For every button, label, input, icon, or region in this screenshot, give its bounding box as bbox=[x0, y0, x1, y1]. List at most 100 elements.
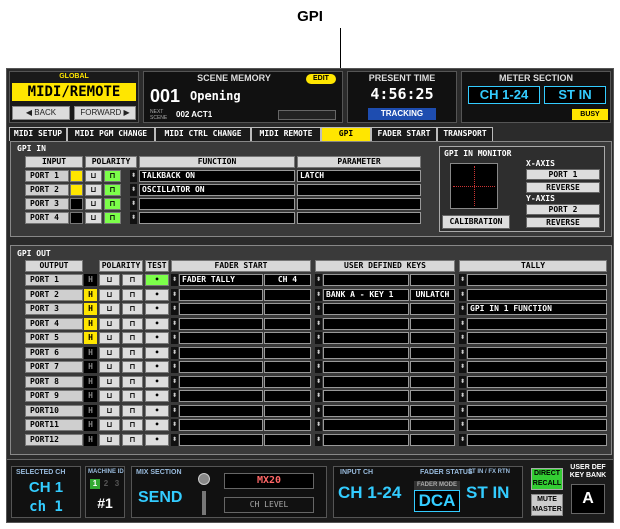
out-polarity-high-button[interactable]: ⊓ bbox=[122, 346, 143, 359]
mute-master-button[interactable]: MUTE MASTER bbox=[531, 494, 563, 516]
test-button[interactable]: • bbox=[145, 317, 169, 330]
user-key-spin-icon[interactable]: ⬍ bbox=[315, 390, 322, 402]
tally-spin-icon[interactable]: ⬍ bbox=[459, 332, 466, 344]
user-key-latch-mode[interactable] bbox=[410, 361, 455, 373]
tally-spin-icon[interactable]: ⬍ bbox=[459, 303, 466, 315]
fader-start-spin-icon[interactable]: ⬍ bbox=[171, 332, 178, 344]
fader-start-function[interactable] bbox=[179, 317, 263, 330]
forward-button[interactable]: FORWARD ▶ bbox=[74, 106, 136, 120]
user-key-spin-icon[interactable]: ⬍ bbox=[315, 317, 322, 330]
user-def-key-bank-value[interactable]: A bbox=[571, 484, 605, 514]
test-button[interactable]: • bbox=[145, 361, 169, 373]
tab-fader-start[interactable]: FADER START bbox=[371, 127, 437, 141]
user-key-latch-mode[interactable] bbox=[410, 346, 455, 359]
tab-transport[interactable]: TRANSPORT bbox=[437, 127, 493, 141]
tally-function[interactable] bbox=[467, 433, 607, 446]
fader-start-channel[interactable] bbox=[264, 433, 311, 446]
user-key-spin-icon[interactable]: ⬍ bbox=[315, 375, 322, 388]
fader-start-spin-icon[interactable]: ⬍ bbox=[171, 346, 178, 359]
fader-start-spin-icon[interactable]: ⬍ bbox=[171, 390, 178, 402]
gpi-in-parameter[interactable] bbox=[297, 198, 421, 210]
meter-st-value[interactable]: ST IN bbox=[544, 86, 606, 104]
fader-start-spin-icon[interactable]: ⬍ bbox=[171, 419, 178, 431]
user-key-spin-icon[interactable]: ⬍ bbox=[315, 433, 322, 446]
out-polarity-low-button[interactable]: ⊔ bbox=[99, 375, 120, 388]
test-button[interactable]: • bbox=[145, 375, 169, 388]
user-defined-key[interactable] bbox=[323, 346, 409, 359]
user-defined-key[interactable] bbox=[323, 390, 409, 402]
out-polarity-high-button[interactable]: ⊓ bbox=[122, 433, 143, 446]
x-axis-reverse-button[interactable]: REVERSE bbox=[526, 182, 600, 193]
user-key-latch-mode[interactable] bbox=[410, 390, 455, 402]
user-defined-key[interactable] bbox=[323, 433, 409, 446]
test-button[interactable]: • bbox=[145, 433, 169, 446]
fader-start-function[interactable] bbox=[179, 332, 263, 344]
user-key-spin-icon[interactable]: ⬍ bbox=[315, 288, 322, 301]
polarity-low-button[interactable]: ⊔ bbox=[85, 184, 102, 196]
out-polarity-high-button[interactable]: ⊓ bbox=[122, 274, 143, 286]
fader-start-function[interactable] bbox=[179, 303, 263, 315]
fader-start-spin-icon[interactable]: ⬍ bbox=[171, 274, 178, 286]
user-defined-key[interactable] bbox=[323, 317, 409, 330]
out-polarity-high-button[interactable]: ⊓ bbox=[122, 361, 143, 373]
user-defined-key[interactable] bbox=[323, 303, 409, 315]
fader-start-channel[interactable] bbox=[264, 375, 311, 388]
polarity-low-button[interactable]: ⊔ bbox=[85, 212, 102, 224]
fader-start-function[interactable]: FADER TALLY bbox=[179, 274, 263, 286]
test-button[interactable]: • bbox=[145, 390, 169, 402]
test-button[interactable]: • bbox=[145, 288, 169, 301]
user-key-latch-mode[interactable] bbox=[410, 419, 455, 431]
tab-midi-ctrl-change[interactable]: MIDI CTRL CHANGE bbox=[155, 127, 251, 141]
tally-spin-icon[interactable]: ⬍ bbox=[459, 361, 466, 373]
gpi-in-function[interactable] bbox=[139, 198, 295, 210]
user-key-latch-mode[interactable] bbox=[410, 404, 455, 417]
tally-function[interactable]: GPI IN 1 FUNCTION bbox=[467, 303, 607, 315]
out-polarity-low-button[interactable]: ⊔ bbox=[99, 390, 120, 402]
test-button[interactable]: • bbox=[145, 404, 169, 417]
tally-function[interactable] bbox=[467, 375, 607, 388]
fader-start-spin-icon[interactable]: ⬍ bbox=[171, 303, 178, 315]
fader-start-channel[interactable]: CH 4 bbox=[264, 274, 311, 286]
fader-start-spin-icon[interactable]: ⬍ bbox=[171, 317, 178, 330]
tally-spin-icon[interactable]: ⬍ bbox=[459, 390, 466, 402]
tally-spin-icon[interactable]: ⬍ bbox=[459, 346, 466, 359]
fader-start-channel[interactable] bbox=[264, 303, 311, 315]
fader-start-channel[interactable] bbox=[264, 288, 311, 301]
next-scene[interactable]: 002 ACT1 bbox=[176, 110, 212, 119]
out-polarity-low-button[interactable]: ⊔ bbox=[99, 346, 120, 359]
fader-start-channel[interactable] bbox=[264, 390, 311, 402]
meter-ch-value[interactable]: CH 1-24 bbox=[468, 86, 540, 104]
user-key-spin-icon[interactable]: ⬍ bbox=[315, 303, 322, 315]
user-defined-key[interactable] bbox=[323, 332, 409, 344]
tally-function[interactable] bbox=[467, 288, 607, 301]
user-key-spin-icon[interactable]: ⬍ bbox=[315, 332, 322, 344]
tally-function[interactable] bbox=[467, 332, 607, 344]
fader-start-spin-icon[interactable]: ⬍ bbox=[171, 288, 178, 301]
tally-spin-icon[interactable]: ⬍ bbox=[459, 433, 466, 446]
user-key-latch-mode[interactable] bbox=[410, 332, 455, 344]
fader-start-channel[interactable] bbox=[264, 332, 311, 344]
out-polarity-low-button[interactable]: ⊔ bbox=[99, 274, 120, 286]
st-in-value[interactable]: ST IN bbox=[466, 483, 509, 503]
out-polarity-high-button[interactable]: ⊓ bbox=[122, 332, 143, 344]
out-polarity-high-button[interactable]: ⊓ bbox=[122, 419, 143, 431]
out-polarity-low-button[interactable]: ⊔ bbox=[99, 303, 120, 315]
out-polarity-low-button[interactable]: ⊔ bbox=[99, 433, 120, 446]
fader-start-function[interactable] bbox=[179, 346, 263, 359]
test-button[interactable]: • bbox=[145, 419, 169, 431]
y-axis-port-select[interactable]: PORT 2 bbox=[526, 204, 600, 215]
fader-start-channel[interactable] bbox=[264, 404, 311, 417]
tab-midi-pgm-change[interactable]: MIDI PGM CHANGE bbox=[67, 127, 155, 141]
tally-spin-icon[interactable]: ⬍ bbox=[459, 404, 466, 417]
fader-start-function[interactable] bbox=[179, 375, 263, 388]
polarity-low-button[interactable]: ⊔ bbox=[85, 170, 102, 182]
tally-function[interactable] bbox=[467, 390, 607, 402]
fader-start-spin-icon[interactable]: ⬍ bbox=[171, 404, 178, 417]
out-polarity-high-button[interactable]: ⊓ bbox=[122, 375, 143, 388]
x-axis-port-select[interactable]: PORT 1 bbox=[526, 169, 600, 180]
direct-recall-button[interactable]: DIRECT RECALL bbox=[531, 468, 563, 490]
fader-start-spin-icon[interactable]: ⬍ bbox=[171, 361, 178, 373]
polarity-high-button[interactable]: ⊓ bbox=[104, 184, 121, 196]
out-polarity-high-button[interactable]: ⊓ bbox=[122, 404, 143, 417]
fader-start-channel[interactable] bbox=[264, 317, 311, 330]
